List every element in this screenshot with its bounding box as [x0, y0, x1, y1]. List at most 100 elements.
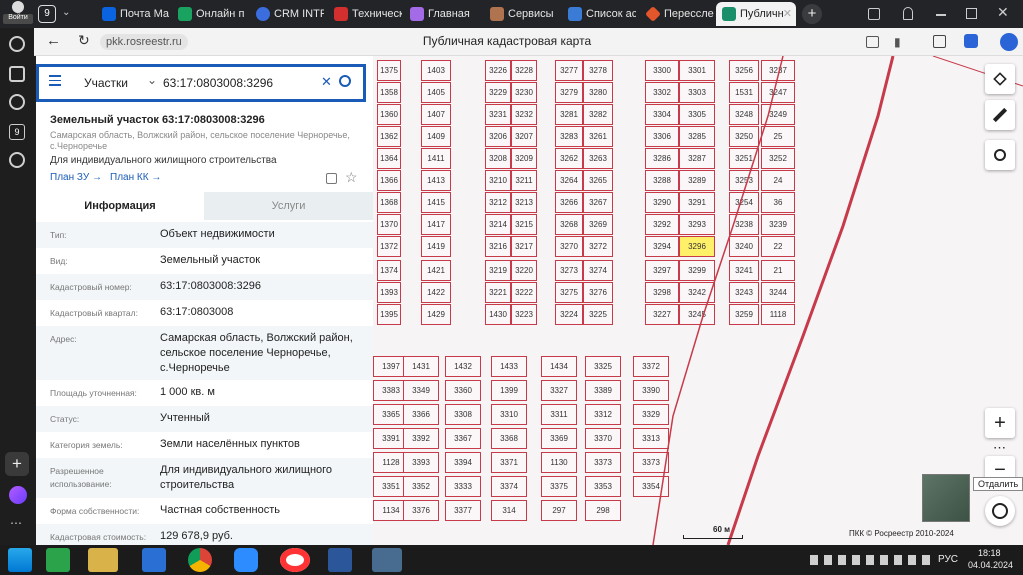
video-icon[interactable]: [9, 94, 25, 110]
info-row: Кадастровый квартал: 63:17:0803008: [36, 300, 373, 326]
site-icon: [178, 7, 192, 21]
collections-icon[interactable]: [9, 66, 25, 82]
more-icon[interactable]: ⋯: [993, 440, 1006, 456]
measure-button[interactable]: [985, 100, 1015, 130]
avatar-icon: [12, 1, 24, 13]
locate-on-map-icon[interactable]: [326, 173, 337, 184]
compass-button[interactable]: [985, 496, 1015, 526]
chevron-down-icon[interactable]: ⌄: [147, 73, 157, 87]
info-value: Учтенный: [160, 412, 210, 424]
bookmark-icon[interactable]: ▮: [894, 35, 901, 49]
plan-kk-link[interactable]: План КК →: [110, 172, 161, 183]
menu-icon[interactable]: [49, 75, 61, 86]
yandex-browser-icon[interactable]: [280, 548, 310, 572]
tab-counter-badge[interactable]: 9: [38, 5, 56, 23]
info-row: Статус: Учтенный: [36, 406, 373, 432]
object-purpose: Для индивидуального жилищного строительс…: [50, 155, 277, 166]
close-window-icon[interactable]: ✕: [997, 4, 1009, 21]
tab-services[interactable]: Услуги: [204, 192, 373, 220]
tab-list-chevron-icon[interactable]: ⌄: [62, 7, 70, 18]
plan-zu-link[interactable]: План ЗУ →: [50, 172, 102, 183]
tab-services[interactable]: Сервисы: [484, 2, 558, 26]
add-panel-button[interactable]: +: [5, 452, 29, 476]
tab-mail[interactable]: Почта Ма: [96, 2, 170, 26]
info-row: Кадастровая стоимость: 129 678,9 руб.: [36, 524, 373, 545]
object-title: Земельный участок 63:17:0803008:3296: [50, 114, 265, 126]
info-value: Земельный участок: [160, 254, 261, 266]
history-icon[interactable]: [9, 36, 25, 52]
language-indicator[interactable]: РУС: [938, 554, 958, 565]
browser-tab-strip: Войти 9 ⌄ Почта Ма Онлайн п CRM INTF Тех…: [0, 0, 1023, 28]
satellite-minimap[interactable]: [922, 474, 970, 522]
address-bar: ← ↻ pkk.rosreestr.ru Публичная кадастров…: [34, 28, 1023, 56]
alice-assistant-icon[interactable]: [9, 486, 27, 504]
close-tab-icon[interactable]: ✕: [783, 2, 792, 26]
search-icon[interactable]: [339, 75, 351, 87]
tab-online[interactable]: Онлайн п: [172, 2, 246, 26]
messages-icon[interactable]: [9, 152, 25, 168]
locate-button[interactable]: [985, 140, 1015, 170]
scale-label: 60 м: [713, 525, 731, 534]
search-bar: Участки ⌄ 63:17:0803008:3296 ✕: [36, 64, 366, 102]
map-copyright: ПКК © Росреестр 2010-2024: [849, 529, 954, 538]
tab-information-label: Информация: [84, 200, 156, 212]
info-key: Форма собственности:: [50, 506, 140, 516]
zoom-in-button[interactable]: +: [985, 408, 1015, 438]
clock-date[interactable]: 04.04.2024: [968, 560, 1013, 570]
info-value: Самарская область, Волжский район, сельс…: [160, 332, 353, 374]
info-value: Частная собственность: [160, 504, 281, 516]
downloads-icon[interactable]: [964, 34, 978, 48]
maximize-icon[interactable]: [966, 8, 977, 19]
profile-badge-icon[interactable]: [1000, 33, 1018, 51]
tab-information[interactable]: Информация: [36, 192, 204, 220]
extensions-icon[interactable]: [933, 35, 946, 48]
layers-icon: [993, 72, 1007, 86]
clock-time[interactable]: 18:18: [978, 548, 1001, 558]
translate-icon[interactable]: [866, 36, 879, 48]
tab-list[interactable]: Список ас: [562, 2, 636, 26]
layers-button[interactable]: [985, 64, 1015, 94]
zoom-app-icon[interactable]: [234, 548, 258, 572]
profile-login-button[interactable]: Войти: [3, 0, 33, 26]
tab-crm[interactable]: CRM INTF: [250, 2, 324, 26]
tab-public-map[interactable]: Публичн ✕: [716, 2, 796, 26]
scale-bar: [683, 535, 743, 539]
info-key: Кадастровый квартал:: [50, 308, 138, 318]
info-row: Вид: Земельный участок: [36, 248, 373, 274]
more-icon[interactable]: ⋯: [10, 516, 22, 530]
cadastral-map[interactable]: 1375 1403 3226 3228 3277 3278 3300 3301 3256 3237…: [373, 56, 1023, 545]
minimize-icon[interactable]: [936, 14, 946, 16]
tab-technical[interactable]: Техническ: [328, 2, 402, 26]
clear-icon[interactable]: ✕: [321, 74, 332, 90]
app-icon[interactable]: [142, 548, 166, 572]
ruler-icon: [992, 107, 1008, 123]
tab-resettlement[interactable]: Пересслен: [640, 2, 714, 26]
new-tab-button[interactable]: +: [802, 4, 822, 24]
star-icon[interactable]: ☆: [345, 169, 358, 186]
collections-icon[interactable]: [868, 8, 880, 20]
chrome-icon[interactable]: [188, 548, 212, 572]
green-app-icon[interactable]: [46, 548, 70, 572]
word-icon[interactable]: [328, 548, 352, 572]
cadastral-number-link[interactable]: 63:17:0803008:3296: [160, 279, 360, 294]
road-boundary-line: [652, 56, 1023, 545]
site-icon: [410, 7, 424, 21]
tab-main[interactable]: Главная: [404, 2, 478, 26]
info-row: Адрес: Самарская область, Волжский район…: [36, 326, 373, 380]
info-key: Кадастровый номер:: [50, 282, 132, 292]
notifications-icon[interactable]: [903, 7, 913, 20]
windows-start-icon[interactable]: [8, 548, 32, 572]
system-tray-icons[interactable]: [810, 555, 930, 565]
site-icon: [334, 7, 348, 21]
cadastral-quarter-link[interactable]: 63:17:0803008: [160, 305, 360, 320]
info-key: Площадь уточненная:: [50, 388, 137, 398]
tab-services-label: Услуги: [271, 200, 306, 212]
info-row: Форма собственности: Частная собственнос…: [36, 498, 373, 524]
search-input[interactable]: 63:17:0803008:3296: [163, 76, 273, 90]
category-select[interactable]: Участки: [84, 76, 128, 90]
info-value: 1 000 кв. м: [160, 386, 215, 398]
page-title: Публичная кадастровая карта: [422, 34, 592, 48]
side-counter-badge[interactable]: 9: [9, 124, 25, 140]
file-explorer-icon[interactable]: [88, 548, 118, 572]
media-app-icon[interactable]: [372, 548, 402, 572]
